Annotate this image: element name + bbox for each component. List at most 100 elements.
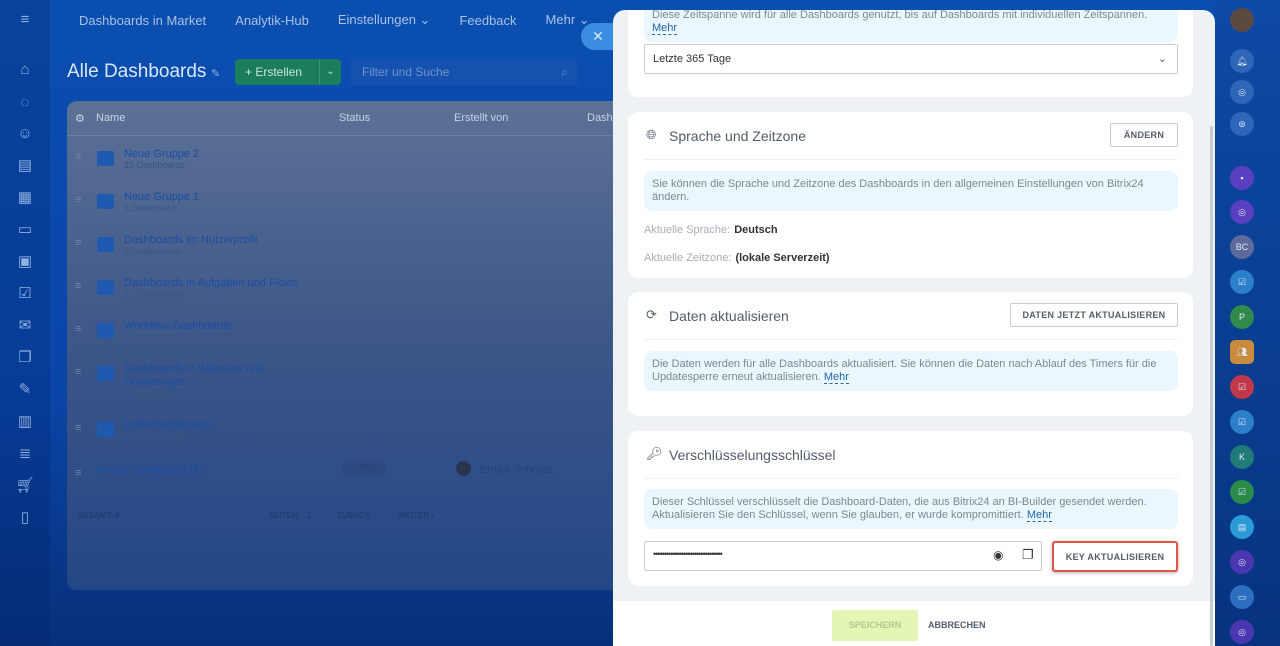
sign-icon[interactable]: ✎ [15,380,35,400]
key-input[interactable]: •••••••••••••••••••••••••••••••• ◉ ❐ [644,541,1042,571]
group-icon[interactable]: 👥︎ [1230,340,1254,364]
analytics-icon[interactable]: ◌ [15,93,35,113]
chat-k[interactable]: K [1230,445,1254,469]
more-link[interactable]: Mehr [823,371,849,384]
drag-handle-icon[interactable]: ≡ [75,237,81,249]
group-count: 1 Dashboard [124,203,176,213]
col-status[interactable]: Status [339,112,370,124]
col-author[interactable]: Erstellt von [454,112,508,124]
current-language: Aktuelle Sprache: Deutsch [644,224,778,236]
next-button[interactable]: WEITER › [398,511,434,520]
key-info: Dieser Schlüssel verschlüsselt die Dashb… [644,489,1178,529]
message-icon[interactable]: ▤ [1230,515,1254,539]
mail-icon[interactable]: ✉ [15,316,35,336]
eye-off-icon[interactable]: ◉ [993,548,1003,562]
pages-label: SEITEN: [269,511,301,520]
drag-handle-icon[interactable]: ≡ [75,366,81,378]
period-info: Diese Zeitspanne wird für alle Dashboard… [644,10,1178,42]
panel-footer: SPEICHERN ABBRECHEN [613,601,1215,646]
card-title: Daten aktualisieren [669,308,789,324]
copilot-chat-icon[interactable]: ◎ [1230,200,1254,224]
copy-icon[interactable]: ❐ [1022,547,1034,563]
group-count: 25 Dashboards [124,160,186,170]
left-sidebar: ≡ ⌂ ◌ ☺ ▤ ▦ ▭ ▣ ☑ ✉ ❐ ✎ ▥ ≣ 🛒︎ ▯ [0,0,50,646]
drag-handle-icon[interactable]: ≡ [75,280,81,292]
period-info-text: Diese Zeitspanne wird für alle Dashboard… [652,10,1148,21]
board-icon[interactable]: ▣ [15,252,35,272]
nav-market[interactable]: Dashboards in Market [79,13,206,28]
grid-header: ⚙ Name Status Erstellt von Dashb [67,101,627,136]
document-icon[interactable]: ▤ [15,156,35,176]
search-placeholder: Filter und Suche [362,65,450,79]
scrollbar[interactable] [1210,126,1213,646]
cancel-button[interactable]: ABBRECHEN [928,610,986,641]
pin-icon[interactable]: ✎ [211,67,220,80]
create-button[interactable]: + Erstellen ⌄ [235,59,341,85]
home-icon[interactable]: ⌂ [15,60,35,80]
card-header: 🌐︎ Sprache und Zeitzone [644,112,1178,160]
bell-icon[interactable]: 🔔︎ [1230,49,1254,73]
dashboards-grid: ⚙ Name Status Erstellt von Dashb ≡ Neue G… [67,101,627,590]
save-button[interactable]: SPEICHERN [832,610,918,641]
calendar-icon[interactable]: ▦ [15,188,35,208]
tasks-icon[interactable]: ☑ [15,284,35,304]
dashboard-name[interactable]: Neues Dashboard (1) [97,464,267,477]
drive-icon[interactable]: ▭ [15,220,35,240]
avatar [456,461,471,476]
chat-bc[interactable]: BC [1230,235,1254,259]
col-name[interactable]: Name [96,112,125,124]
page-number[interactable]: 1 [307,511,311,520]
nav-feedback[interactable]: Feedback [459,13,516,28]
menu-icon[interactable]: ≡ [15,10,35,30]
chat-icon[interactable]: ❐ [15,348,35,368]
group-count: 21 Dashboards [124,431,186,441]
encryption-card: 🔑︎ Verschlüsselungsschlüssel Dieser Schlü… [628,431,1193,586]
drag-handle-icon[interactable]: ≡ [75,467,81,479]
group-name[interactable]: Dashboards in Websites und Onlineshops [124,363,274,389]
funnel-icon[interactable]: ≣ [15,444,35,464]
user-avatar[interactable] [1230,8,1254,32]
nav-more[interactable]: Mehr ⌄ [546,12,590,28]
nav-analytics-hub[interactable]: Analytik-Hub [235,13,309,28]
group-count: 6 Dashboards [124,388,181,398]
drag-handle-icon[interactable]: ≡ [75,323,81,335]
period-select[interactable]: Letzte 365 Tage ⌄ [644,44,1178,74]
drag-handle-icon[interactable]: ≡ [75,194,81,206]
chat-p[interactable]: P [1230,305,1254,329]
refresh-now-button[interactable]: DATEN JETZT AKTUALISIEREN [1010,303,1178,327]
copilot-chat-icon[interactable]: ◎ [1230,550,1254,574]
change-button[interactable]: ÄNDERN [1110,123,1178,147]
folder-icon [97,323,114,338]
task-chat-icon[interactable]: ☑ [1230,410,1254,434]
value: (lokale Serverzeit) [735,252,830,264]
card-icon[interactable]: ▭ [1230,585,1254,609]
more-link[interactable]: Mehr [652,22,678,35]
prev-button[interactable]: ‹ ZURÜCK [332,511,371,520]
folder-icon [97,422,114,437]
more-link[interactable]: Mehr [1026,509,1052,522]
key-value: •••••••••••••••••••••••••••••••• [653,549,723,559]
task-chat-icon[interactable]: ☑ [1230,480,1254,504]
search-input[interactable]: Filter und Suche ⌕ [350,59,578,85]
key-refresh-button[interactable]: KEY AKTUALISIEREN [1052,541,1178,572]
page-title: Alle Dashboards [67,61,207,82]
store-icon[interactable]: ▥ [15,412,35,432]
people-icon[interactable]: ☺ [15,124,35,144]
chevron-down-icon[interactable]: ⌄ [319,59,341,85]
top-navigation: Dashboards in Market Analytik-Hub Einste… [50,0,650,40]
contact-icon[interactable]: ▪ [1230,166,1254,190]
author-name[interactable]: Emilia Schmidt [480,464,553,476]
refresh-info-text: Die Daten werden für alle Dashboards akt… [652,358,1157,383]
drag-handle-icon[interactable]: ≡ [75,422,81,434]
task-chat-icon[interactable]: ☑ [1230,375,1254,399]
copilot-chat-icon[interactable]: ◎ [1230,620,1254,644]
cart-icon[interactable]: 🛒︎ [15,476,35,496]
folder-icon [97,151,114,166]
chat-search-icon[interactable]: ⊜ [1230,112,1254,136]
nav-settings[interactable]: Einstellungen ⌄ [338,12,431,28]
copilot-icon[interactable]: ◎ [1230,80,1254,104]
file-icon[interactable]: ▯ [15,508,35,528]
drag-handle-icon[interactable]: ≡ [75,151,81,163]
gear-icon[interactable]: ⚙ [75,112,85,125]
task-chat-icon[interactable]: ☑ [1230,270,1254,294]
